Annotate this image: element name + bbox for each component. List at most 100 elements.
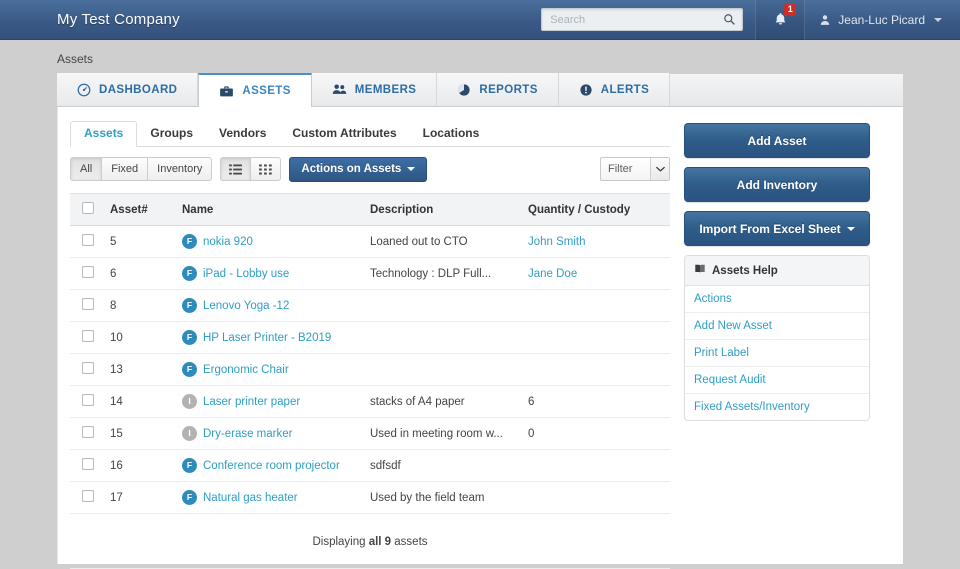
tab-dashboard-label: DASHBOARD	[99, 83, 178, 96]
asset-name-link[interactable]: HP Laser Printer - B2019	[203, 332, 331, 344]
help-link-row[interactable]: Request Audit	[685, 367, 869, 394]
scope-filter-group: All Fixed Inventory	[70, 157, 213, 181]
notifications-button[interactable]: 1	[755, 0, 806, 40]
column-header-assetnum[interactable]: Asset#	[104, 193, 176, 226]
asset-name-link[interactable]: iPad - Lobby use	[203, 268, 289, 280]
cell-description: sdfsdf	[364, 449, 522, 482]
row-checkbox[interactable]	[82, 490, 94, 502]
cell-description	[364, 289, 522, 322]
tab-reports[interactable]: REPORTS	[437, 73, 559, 106]
table-row[interactable]: 13 F Ergonomic Chair	[70, 353, 670, 386]
subtab-locations[interactable]: Locations	[410, 126, 493, 146]
assets-sub-tabs: Assets Groups Vendors Custom Attributes …	[70, 121, 670, 147]
help-link[interactable]: Add New Asset	[694, 320, 772, 332]
table-row[interactable]: 17 F Natural gas heater Used by the field t…	[70, 481, 670, 514]
import-from-excel-button[interactable]: Import From Excel Sheet	[684, 211, 870, 246]
actions-on-assets-button[interactable]: Actions on Assets	[289, 156, 428, 182]
row-select-cell	[70, 225, 104, 258]
filter-select[interactable]: Filter	[600, 157, 670, 181]
tab-members[interactable]: MEMBERS	[311, 73, 438, 106]
footer-prefix: Displaying	[312, 536, 369, 548]
fixed-asset-badge-icon: F	[182, 266, 197, 281]
cell-description: Technology : DLP Full...	[364, 257, 522, 290]
table-row[interactable]: 16 F Conference room projector sdfsdf	[70, 449, 670, 482]
tab-alerts[interactable]: ALERTS	[558, 73, 671, 106]
select-all-checkbox[interactable]	[82, 202, 94, 214]
row-checkbox[interactable]	[82, 394, 94, 406]
scope-filter-fixed[interactable]: Fixed	[101, 157, 148, 181]
row-checkbox[interactable]	[82, 330, 94, 342]
filter-container: Filter	[600, 157, 670, 181]
column-header-quantity-custody[interactable]: Quantity / Custody	[522, 193, 670, 226]
row-checkbox[interactable]	[82, 458, 94, 470]
table-footer-summary: Displaying all 9 assets	[70, 514, 670, 569]
people-icon	[332, 82, 347, 97]
help-link-row[interactable]: Actions	[685, 286, 869, 313]
cell-quantity-custody	[522, 289, 670, 322]
cell-asset-name: FiPad - Lobby use	[176, 257, 364, 290]
column-header-description[interactable]: Description	[364, 193, 522, 226]
help-link[interactable]: Print Label	[694, 347, 749, 359]
help-link-row[interactable]: Add New Asset	[685, 313, 869, 340]
cell-asset-number: 5	[104, 225, 176, 258]
help-link[interactable]: Actions	[694, 293, 732, 305]
asset-name-wrapper: I Dry-erase marker	[182, 426, 358, 441]
tab-assets[interactable]: ASSETS	[198, 73, 312, 107]
asset-name-wrapper: F Ergonomic Chair	[182, 362, 358, 377]
notification-count-badge: 1	[784, 3, 797, 16]
row-checkbox[interactable]	[82, 266, 94, 278]
cell-asset-name: F Ergonomic Chair	[176, 353, 364, 386]
scope-filter-inventory[interactable]: Inventory	[147, 157, 213, 181]
table-row[interactable]: 15 I Dry-erase marker Used in meeting room …	[70, 417, 670, 450]
table-row[interactable]: 10 F HP Laser Printer - B2019	[70, 321, 670, 354]
search-input[interactable]	[548, 12, 722, 27]
add-inventory-button[interactable]: Add Inventory	[684, 167, 870, 202]
table-row[interactable]: 14 I Laser printer paper stacks of A4 paper…	[70, 385, 670, 418]
grid-view-button[interactable]	[250, 157, 282, 181]
custody-link[interactable]: John Smith	[528, 236, 586, 248]
gauge-icon	[77, 83, 91, 97]
search-input-wrapper[interactable]	[541, 8, 744, 31]
asset-name-link[interactable]: Ergonomic Chair	[203, 364, 289, 376]
subtab-custom-attributes[interactable]: Custom Attributes	[279, 126, 409, 146]
tab-dashboard[interactable]: DASHBOARD	[57, 73, 199, 106]
filter-select-label: Filter	[608, 163, 633, 175]
user-name-label: Jean-Luc Picard	[838, 12, 925, 27]
asset-name-link[interactable]: nokia 920	[203, 236, 253, 248]
column-header-name[interactable]: Name	[176, 193, 364, 226]
help-link-row[interactable]: Print Label	[685, 340, 869, 367]
cell-asset-number: 16	[104, 449, 176, 482]
help-link-row[interactable]: Fixed Assets/Inventory	[685, 394, 869, 420]
cell-asset-name: I Laser printer paper	[176, 385, 364, 418]
add-asset-button[interactable]: Add Asset	[684, 123, 870, 158]
table-row[interactable]: 5 Fnokia 920 Loaned out to CTO John Smith	[70, 225, 670, 258]
subtab-vendors[interactable]: Vendors	[206, 126, 279, 146]
subtab-assets[interactable]: Assets	[70, 121, 138, 147]
subtab-groups[interactable]: Groups	[137, 126, 206, 146]
row-select-cell	[70, 417, 104, 450]
help-link[interactable]: Fixed Assets/Inventory	[694, 401, 810, 413]
list-view-button[interactable]	[220, 157, 251, 181]
help-link[interactable]: Request Audit	[694, 374, 766, 386]
cell-asset-number: 10	[104, 321, 176, 354]
row-checkbox[interactable]	[82, 362, 94, 374]
table-row[interactable]: 6 FiPad - Lobby use Technology : DLP Full.…	[70, 257, 670, 290]
user-icon	[821, 14, 830, 25]
asset-name-wrapper: Fnokia 920	[182, 234, 358, 249]
user-menu[interactable]: Jean-Luc Picard	[805, 0, 960, 40]
row-select-cell	[70, 289, 104, 322]
asset-name-link[interactable]: Laser printer paper	[203, 396, 300, 408]
footer-count: all 9	[368, 536, 392, 548]
asset-name-link[interactable]: Conference room projector	[203, 460, 340, 472]
custody-link[interactable]: Jane Doe	[528, 268, 577, 280]
scope-filter-all[interactable]: All	[70, 157, 102, 181]
row-checkbox[interactable]	[82, 234, 94, 246]
table-row[interactable]: 8 F Lenovo Yoga -12	[70, 289, 670, 322]
cell-description: Used by the field team	[364, 481, 522, 514]
cell-quantity-custody: 6	[522, 385, 670, 418]
asset-name-link[interactable]: Dry-erase marker	[203, 428, 292, 440]
asset-name-link[interactable]: Natural gas heater	[203, 492, 298, 504]
asset-name-link[interactable]: Lenovo Yoga -12	[203, 300, 289, 312]
row-checkbox[interactable]	[82, 298, 94, 310]
row-checkbox[interactable]	[82, 426, 94, 438]
